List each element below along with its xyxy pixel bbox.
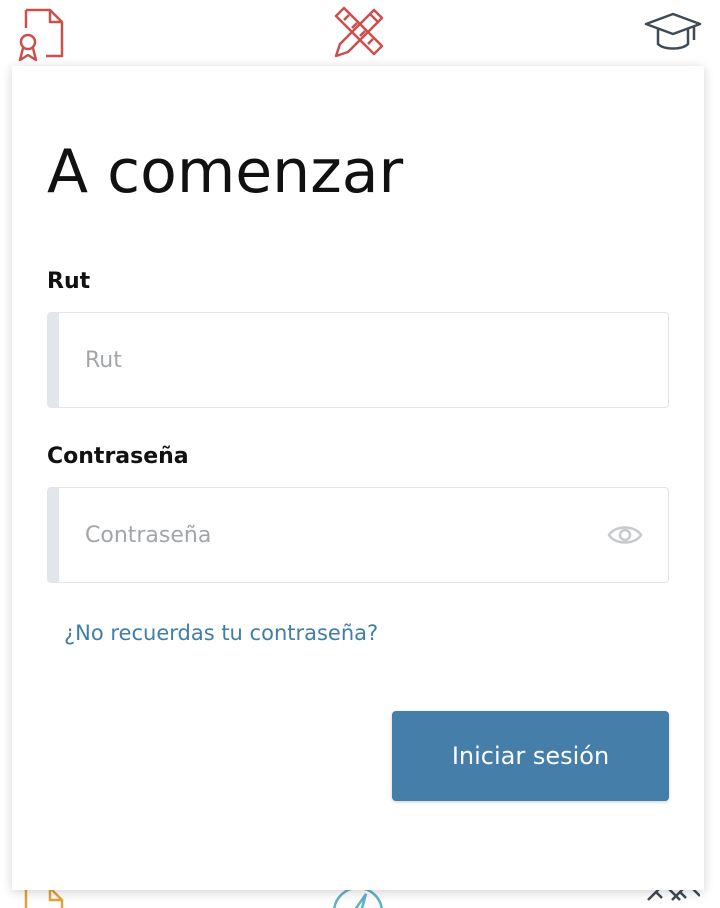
page-title: A comenzar xyxy=(47,137,404,207)
graduation-cap-icon xyxy=(644,12,702,50)
forgot-password-link[interactable]: ¿No recuerdas tu contraseña? xyxy=(64,619,378,647)
rut-field xyxy=(47,312,669,408)
password-input[interactable] xyxy=(59,488,625,582)
login-button[interactable]: Iniciar sesión xyxy=(392,711,669,801)
certificate-icon xyxy=(18,8,64,62)
eye-icon[interactable] xyxy=(607,520,643,550)
pencil-ruler-icon xyxy=(334,6,384,58)
field-accent-bar xyxy=(48,313,59,407)
login-card: A comenzar Rut Contraseña ¿No recuerdas … xyxy=(12,66,704,890)
field-accent-bar xyxy=(48,488,59,582)
rut-label: Rut xyxy=(47,269,91,294)
password-label: Contraseña xyxy=(47,444,189,469)
rut-input[interactable] xyxy=(59,313,625,407)
password-field xyxy=(47,487,669,583)
